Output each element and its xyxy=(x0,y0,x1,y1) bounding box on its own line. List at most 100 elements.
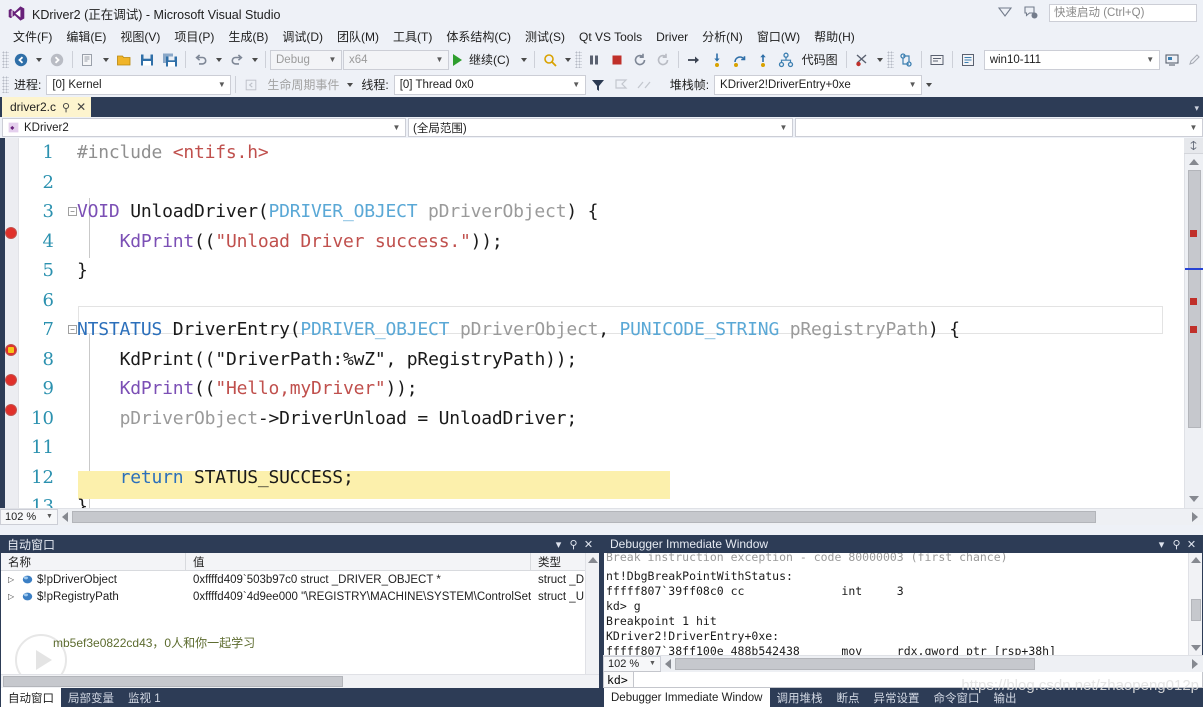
editor-zoom-combo[interactable]: 102 % ▼ xyxy=(0,508,58,525)
menu-item-team[interactable]: 团队(M) xyxy=(330,26,386,47)
menu-item-analyze[interactable]: 分析(N) xyxy=(695,26,750,47)
stackframe-extra-dropdown[interactable] xyxy=(923,74,935,95)
step-into-icon[interactable] xyxy=(706,49,728,70)
threads-icon[interactable] xyxy=(775,49,797,70)
save-all-icon[interactable] xyxy=(159,49,181,70)
expander-icon[interactable]: ▷ xyxy=(8,592,21,601)
debug-target-combo[interactable]: win10-111 ▼ xyxy=(983,49,1160,70)
breakpoint-line-9[interactable] xyxy=(5,374,17,386)
code-line-6[interactable]: 6 xyxy=(19,286,1203,316)
thread-marker-icon[interactable] xyxy=(633,74,655,95)
navigate-forward-icon[interactable] xyxy=(46,49,68,70)
menu-item-tools[interactable]: 工具(T) xyxy=(386,26,439,47)
immediate-command-input[interactable] xyxy=(634,671,1203,688)
editor-horizontal-scrollbar[interactable] xyxy=(58,508,1203,525)
thread-combo[interactable]: [0] Thread 0x0 ▼ xyxy=(393,74,586,95)
menu-item-project[interactable]: 项目(P) xyxy=(167,26,221,47)
table-row[interactable]: ▷ $!pRegistryPath 0xffffd409`4d9ee000 "\RE… xyxy=(1,588,599,605)
menu-item-driver[interactable]: Driver xyxy=(649,28,695,46)
menu-item-architecture[interactable]: 体系结构(C) xyxy=(439,26,518,47)
immediate-zoom-combo[interactable]: 102 % ▼ xyxy=(603,655,661,672)
restart-alt-icon[interactable] xyxy=(652,49,674,70)
restart-icon[interactable] xyxy=(629,49,651,70)
step-over-icon[interactable] xyxy=(729,49,751,70)
menu-item-test[interactable]: 测试(S) xyxy=(518,26,572,47)
menu-item-debug[interactable]: 调试(D) xyxy=(275,26,330,47)
disassembly-icon[interactable] xyxy=(957,49,979,70)
breakpoint-line-4[interactable] xyxy=(5,227,17,239)
tab-command-window[interactable]: 命令窗口 xyxy=(927,688,987,707)
continue-dropdown[interactable] xyxy=(518,49,530,70)
code-text-area[interactable]: 1 #include <ntifs.h> 2 3− VOID UnloadDriver(… xyxy=(19,138,1203,508)
tab-exception-settings[interactable]: 异常设置 xyxy=(867,688,927,707)
scroll-right-arrow[interactable] xyxy=(1192,511,1198,522)
cell-value[interactable]: 0xffffd409`503b97c0 struct _DRIVER_OBJEC… xyxy=(186,574,531,586)
edit-icon[interactable] xyxy=(1184,49,1203,70)
autos-vertical-scrollbar[interactable] xyxy=(585,553,599,688)
toolbar-grip[interactable] xyxy=(2,51,9,68)
scroll-up-arrow[interactable] xyxy=(1189,159,1199,165)
stop-debugging-icon[interactable] xyxy=(606,49,628,70)
scroll-down-arrow[interactable] xyxy=(1189,496,1199,502)
scroll-up-arrow[interactable] xyxy=(588,557,598,563)
no-source-dropdown[interactable] xyxy=(874,49,886,70)
breakpoint-gutter[interactable] xyxy=(0,138,19,508)
table-row[interactable]: ▷ $!pDriverObject 0xffffd409`503b97c0 stru… xyxy=(1,571,599,588)
editor-hscroll-thumb[interactable] xyxy=(72,510,1096,523)
code-line-7[interactable]: 7 − NTSTATUS DriverEntry(PDRIVER_OBJECT pD… xyxy=(19,315,1203,345)
editor-tab-driver2-c[interactable]: driver2.c ⚲ ✕ xyxy=(2,97,92,117)
open-file-icon[interactable] xyxy=(113,49,135,70)
column-header-name[interactable]: 名称 xyxy=(1,553,186,570)
redo-dropdown[interactable] xyxy=(249,49,261,70)
scroll-down-arrow[interactable] xyxy=(1191,645,1201,651)
immediate-scroll-thumb[interactable] xyxy=(1191,599,1201,621)
collapse-icon[interactable]: − xyxy=(68,207,77,217)
autos-horizontal-scrollbar[interactable] xyxy=(1,674,599,688)
filter-icon[interactable] xyxy=(587,74,609,95)
tab-debugger-immediate-window[interactable]: Debugger Immediate Window xyxy=(604,688,770,707)
menu-item-build[interactable]: 生成(B) xyxy=(221,26,275,47)
undo-icon[interactable] xyxy=(190,49,212,70)
code-line-4[interactable]: 4 KdPrint(("Unload Driver success.")); xyxy=(19,227,1203,257)
break-all-icon[interactable] xyxy=(583,49,605,70)
editor-split-handle[interactable] xyxy=(1184,138,1203,154)
tab-autos[interactable]: 自动窗口 xyxy=(1,688,61,707)
close-icon[interactable]: ✕ xyxy=(581,538,596,551)
menu-item-file[interactable]: 文件(F) xyxy=(6,26,59,47)
hex-display-icon[interactable] xyxy=(895,49,917,70)
cell-value[interactable]: 0xffffd409`4d9ee000 "\REGISTRY\MACHINE\S… xyxy=(186,591,531,603)
tab-call-stack[interactable]: 调用堆栈 xyxy=(770,688,830,707)
code-line-1[interactable]: 1 #include <ntifs.h> xyxy=(19,138,1203,168)
scroll-up-arrow[interactable] xyxy=(1191,557,1201,563)
new-project-dropdown[interactable] xyxy=(100,49,112,70)
menu-item-view[interactable]: 视图(V) xyxy=(113,26,167,47)
code-line-9[interactable]: 9 KdPrint(("Hello,myDriver")); xyxy=(19,374,1203,404)
stackframe-combo[interactable]: KDriver2!DriverEntry+0xe ▼ xyxy=(714,74,923,95)
lifecycle-events-label[interactable]: 生命周期事件 xyxy=(263,76,343,93)
immediate-horizontal-scrollbar[interactable] xyxy=(661,655,1203,672)
immediate-output[interactable]: Break instruction exception - code 80000… xyxy=(604,553,1202,655)
code-line-3[interactable]: 3 − VOID UnloadDriver(PDRIVER_OBJECT pDriv… xyxy=(19,197,1203,227)
lifecycle-events-icon[interactable] xyxy=(240,74,262,95)
autos-grid[interactable]: 名称 值 类型 ▷ $!pDriverObject 0xffffd409`503b9… xyxy=(1,553,599,688)
code-map-label[interactable]: 代码图 xyxy=(798,51,842,68)
feedback-icon[interactable] xyxy=(997,5,1013,21)
pin-icon[interactable]: ⚲ xyxy=(62,101,70,114)
save-icon[interactable] xyxy=(136,49,158,70)
redo-icon[interactable] xyxy=(226,49,248,70)
close-icon[interactable]: ✕ xyxy=(76,101,86,113)
editor-vertical-scrollbar[interactable] xyxy=(1184,138,1203,508)
pin-icon[interactable]: ⚲ xyxy=(566,538,581,551)
menu-item-qt-vs-tools[interactable]: Qt VS Tools xyxy=(572,28,649,46)
code-line-13[interactable]: 13} xyxy=(19,492,1203,508)
pin-icon[interactable]: ⚲ xyxy=(1169,538,1184,551)
navbar-member-combo[interactable]: (全局范围) ▼ xyxy=(408,118,793,137)
solution-configuration-combo[interactable]: Debug ▼ xyxy=(270,49,342,70)
tab-breakpoints[interactable]: 断点 xyxy=(830,688,867,707)
quick-launch-input[interactable]: 快速启动 (Ctrl+Q) xyxy=(1049,4,1197,22)
memory-window-icon[interactable] xyxy=(926,49,948,70)
menu-item-window[interactable]: 窗口(W) xyxy=(750,26,807,47)
no-source-icon[interactable] xyxy=(851,49,873,70)
collapse-icon[interactable]: − xyxy=(68,325,77,335)
navigate-back-dropdown[interactable] xyxy=(33,49,45,70)
